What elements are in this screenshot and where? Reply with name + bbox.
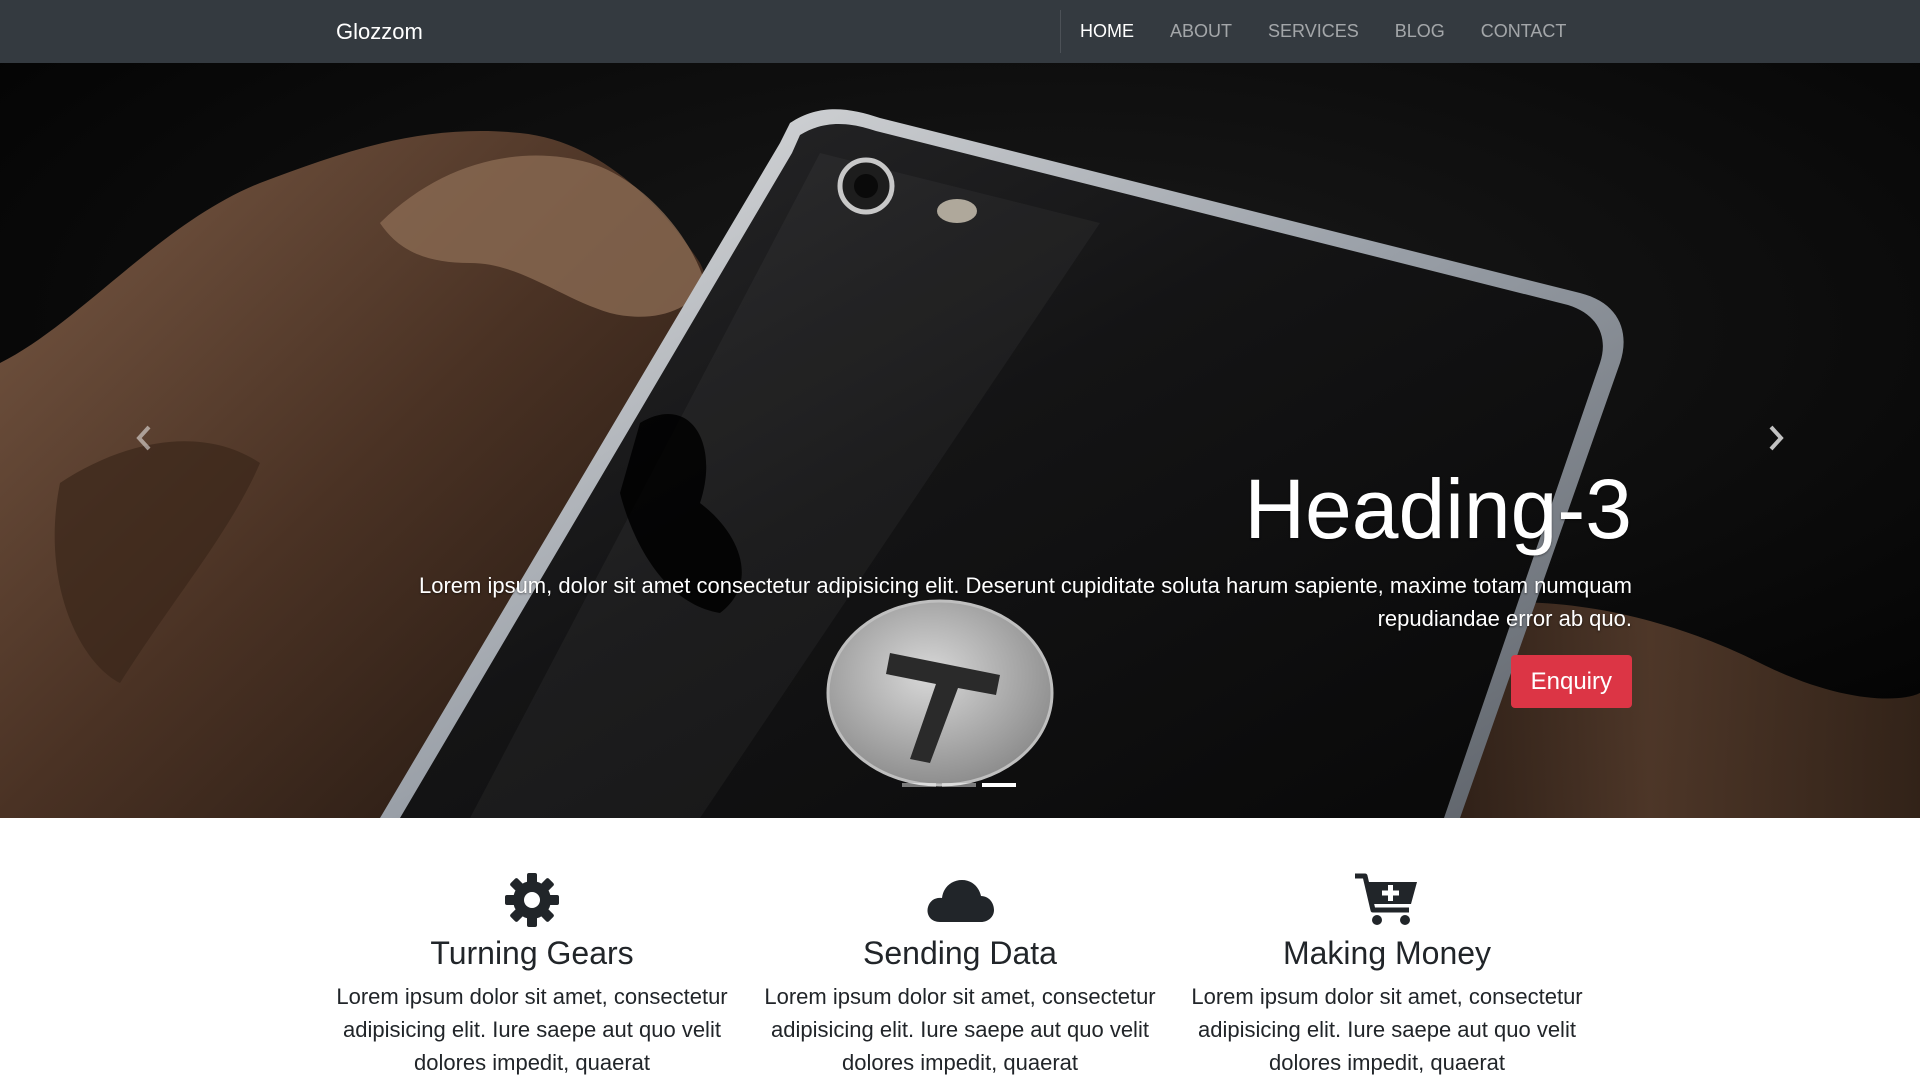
- hero-carousel: Heading-3 Lorem ipsum, dolor sit amet co…: [0, 63, 1920, 818]
- nav-link-contact[interactable]: CONTACT: [1463, 0, 1585, 63]
- nav-links: HOME ABOUT SERVICES BLOG CONTACT: [1062, 0, 1584, 63]
- feature-text: Lorem ipsum dolor sit amet, consectetur …: [764, 984, 1156, 1075]
- cart-plus-icon: [1355, 873, 1417, 925]
- nav-link-about[interactable]: ABOUT: [1152, 0, 1250, 63]
- feature-turning-gears: Turning Gears Lorem ipsum dolor sit amet…: [332, 870, 732, 1079]
- feature-text: Lorem ipsum dolor sit amet, consectetur …: [336, 984, 728, 1075]
- carousel-text: Lorem ipsum, dolor sit amet consectetur …: [418, 573, 1632, 632]
- cloud-icon: [927, 880, 994, 922]
- feature-sending-data: Sending Data Lorem ipsum dolor sit amet,…: [760, 870, 1160, 1079]
- feature-title: Sending Data: [863, 935, 1057, 971]
- carousel-indicators: [902, 783, 1016, 787]
- carousel-next-button[interactable]: [1746, 408, 1806, 468]
- nav-link-services[interactable]: SERVICES: [1250, 0, 1377, 63]
- gear-icon: [505, 873, 559, 927]
- carousel-indicator-1[interactable]: [902, 783, 936, 787]
- feature-making-money: Making Money Lorem ipsum dolor sit amet,…: [1187, 870, 1587, 1079]
- brand-logo[interactable]: Glozzom: [336, 0, 423, 63]
- features-section: Turning Gears Lorem ipsum dolor sit amet…: [0, 818, 1920, 1080]
- carousel-prev-button[interactable]: [114, 408, 174, 468]
- navbar: Glozzom HOME ABOUT SERVICES BLOG CONTACT: [0, 0, 1920, 63]
- carousel-heading: Heading-3: [1244, 462, 1632, 556]
- feature-title: Making Money: [1282, 935, 1492, 971]
- nav-link-blog[interactable]: BLOG: [1377, 0, 1463, 63]
- enquiry-button[interactable]: Enquiry: [1510, 655, 1632, 709]
- carousel-indicator-2[interactable]: [942, 783, 976, 787]
- nav-link-home[interactable]: HOME: [1062, 0, 1152, 63]
- feature-text: Lorem ipsum dolor sit amet, consectetur …: [1191, 984, 1583, 1075]
- nav-divider: [1060, 10, 1061, 53]
- carousel-caption: Heading-3 Lorem ipsum, dolor sit amet co…: [302, 462, 1632, 709]
- chevron-right-icon: [1769, 425, 1784, 451]
- chevron-left-icon: [136, 425, 151, 451]
- feature-title: Turning Gears: [430, 935, 634, 971]
- carousel-indicator-3[interactable]: [982, 783, 1016, 787]
